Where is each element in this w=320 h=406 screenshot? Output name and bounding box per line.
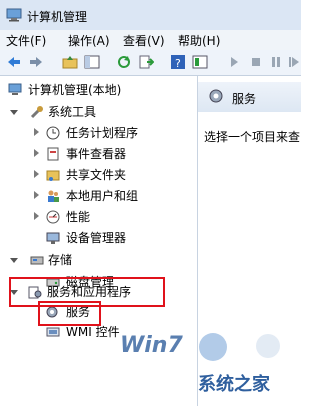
export-icon[interactable] [138, 54, 154, 70]
computer-management-icon [6, 8, 22, 22]
computer-management-icon [8, 83, 22, 95]
svg-text:Win7: Win7 [120, 333, 183, 358]
title-bar: 计算机管理 [0, 0, 301, 30]
collapse-arrow-icon[interactable] [10, 110, 18, 115]
back-icon[interactable] [6, 54, 22, 70]
highlight-services [38, 301, 101, 326]
event-log-icon [47, 147, 59, 161]
show-hide-tree-icon[interactable] [84, 54, 100, 70]
restart-icon[interactable] [286, 54, 302, 70]
tools-icon [30, 106, 43, 119]
clock-icon [46, 126, 60, 140]
performance-icon [46, 210, 60, 224]
tree-label: 设备管理器 [66, 231, 127, 245]
menu-bar: 文件(F) 操作(A) 查看(V) 帮助(H) [0, 30, 301, 50]
forward-icon[interactable] [28, 54, 44, 70]
tree-label: 系统工具 [48, 105, 97, 119]
expand-arrow-icon[interactable] [34, 128, 39, 136]
expand-arrow-icon[interactable] [34, 212, 39, 220]
help-icon[interactable]: ? [170, 54, 186, 70]
details-title: 服务 [232, 92, 257, 106]
expand-arrow-icon[interactable] [34, 170, 39, 178]
tree-label: 任务计划程序 [66, 126, 139, 140]
tree-label: 本地用户和组 [66, 189, 139, 203]
services-gear-icon [209, 89, 223, 103]
details-description: 选择一个项目来查 [204, 130, 301, 144]
users-icon [48, 190, 59, 202]
menu-action[interactable]: 操作(A) [68, 32, 110, 49]
toolbar: ? [0, 50, 301, 76]
window-title: 计算机管理 [27, 10, 88, 24]
refresh-icon[interactable] [116, 54, 132, 70]
menu-view[interactable]: 查看(V) [123, 32, 165, 49]
win7-watermark-logo: Win7 系统之家 [120, 333, 280, 395]
menu-file[interactable]: 文件(F) [6, 32, 46, 49]
tree-label: 事件查看器 [66, 147, 127, 161]
play-icon[interactable] [226, 54, 242, 70]
svg-text:?: ? [175, 57, 181, 70]
pause-icon[interactable] [268, 54, 284, 70]
svg-text:系统之家: 系统之家 [198, 373, 271, 395]
menu-help[interactable]: 帮助(H) [178, 32, 220, 49]
expand-arrow-icon[interactable] [34, 149, 39, 157]
wmi-control-icon [46, 327, 60, 337]
details-header: 服务 [198, 82, 301, 112]
tree-label: 计算机管理(本地) [28, 83, 122, 97]
tree-label: 性能 [66, 210, 91, 224]
up-folder-icon[interactable] [62, 54, 78, 70]
tree-label: 存储 [48, 253, 73, 267]
expand-arrow-icon[interactable] [34, 191, 39, 199]
stop-icon[interactable] [248, 54, 264, 70]
properties-icon[interactable] [192, 54, 208, 70]
shared-folder-icon [46, 170, 60, 181]
device-manager-icon [46, 232, 60, 244]
tree-label: 共享文件夹 [66, 168, 127, 182]
collapse-arrow-icon[interactable] [10, 258, 18, 263]
storage-icon [30, 256, 44, 265]
